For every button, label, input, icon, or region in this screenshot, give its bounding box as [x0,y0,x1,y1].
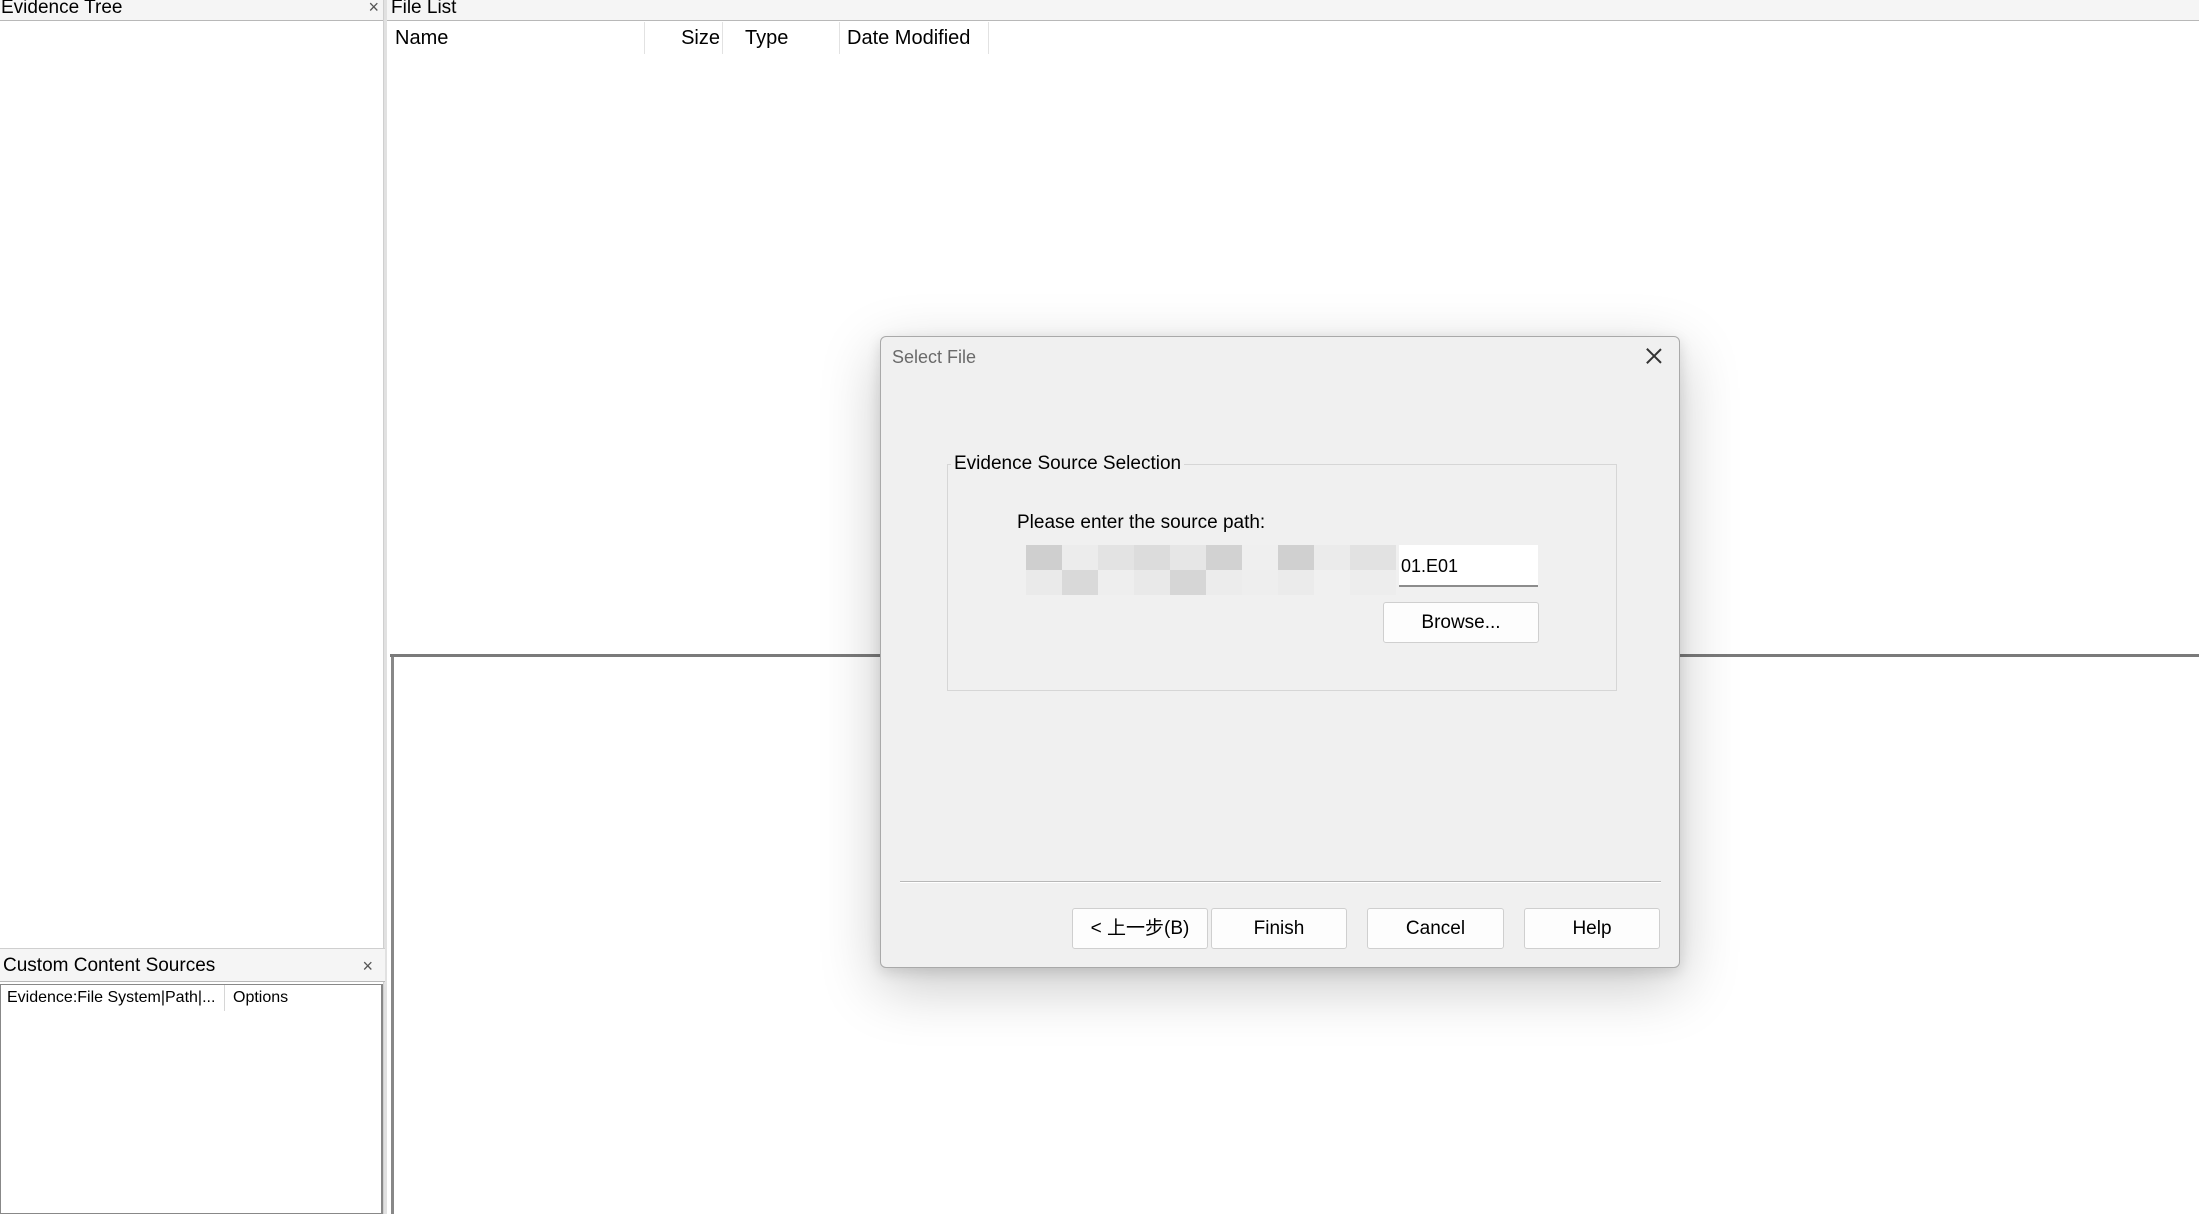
evidence-tree-close-icon[interactable]: × [368,0,379,16]
browse-button[interactable]: Browse... [1383,602,1539,643]
select-file-dialog: Select File Evidence Source Selection Pl… [880,336,1680,968]
evidence-tree-header: Evidence Tree × [0,0,385,21]
ccs-column-header-options[interactable]: Options [225,985,375,1011]
help-button[interactable]: Help [1524,908,1660,949]
dialog-divider [900,881,1661,883]
custom-content-sources-table: Evidence:File System|Path|... Options [0,984,383,1214]
custom-content-sources-header: Custom Content Sources × [0,948,385,982]
evidence-tree-panel [0,0,385,948]
evidence-tree-title: Evidence Tree [1,0,123,18]
column-header-name[interactable]: Name [395,22,645,54]
evidence-source-group: Evidence Source Selection Please enter t… [947,454,1617,691]
source-path-label: Please enter the source path: [1017,512,1266,533]
left-panel-splitter[interactable] [383,0,387,1214]
dialog-title: Select File [892,347,977,367]
file-list-header: File List [387,0,2199,21]
file-list-column-headers: Name Size Type Date Modified [387,22,2199,54]
column-header-size[interactable]: Size [645,22,723,54]
back-button[interactable]: < 上一步(B) [1072,908,1208,949]
redacted-path-region [1026,545,1396,595]
close-icon[interactable] [1641,343,1667,369]
custom-content-sources-close-icon[interactable]: × [362,957,373,975]
column-header-type[interactable]: Type [745,22,840,54]
file-list-title: File List [391,0,457,18]
finish-button[interactable]: Finish [1211,908,1347,949]
column-header-date-modified[interactable]: Date Modified [845,22,989,54]
cancel-button[interactable]: Cancel [1367,908,1504,949]
group-label: Evidence Source Selection [951,454,1185,474]
custom-content-sources-title: Custom Content Sources [3,955,216,976]
ccs-column-header-evidence[interactable]: Evidence:File System|Path|... [1,985,225,1011]
source-path-input[interactable] [1399,545,1538,587]
